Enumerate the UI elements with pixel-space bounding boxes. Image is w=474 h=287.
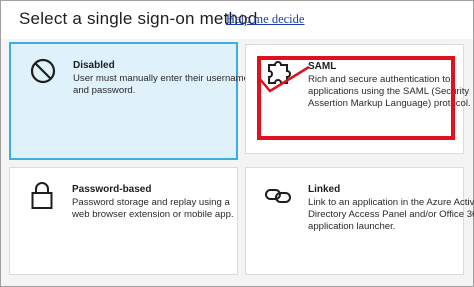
panel-header: Select a single sign-on method Help me d… [1,1,473,39]
method-card-linked[interactable]: Linked Link to an application in the Azu… [245,167,474,275]
annotation-check-mark-icon [258,65,310,93]
disabled-icon [29,56,57,86]
sso-method-panel: Select a single sign-on method Help me d… [0,0,474,287]
help-me-decide-link[interactable]: Help me decide [226,12,304,27]
method-card-disabled[interactable]: Disabled User must manually enter their … [9,42,249,160]
link-icon [264,180,292,210]
method-description: Password storage and replay using a web … [72,197,234,220]
method-name: Disabled [73,60,115,71]
page-title: Select a single sign-on method [19,9,258,28]
method-name: Password-based [72,184,152,195]
method-card-password-based[interactable]: Password-based Password storage and repl… [9,167,238,275]
method-name: Linked [308,184,341,195]
method-description: User must manually enter their username … [73,73,249,96]
lock-icon [28,180,56,210]
method-description: Link to an application in the Azure Acti… [308,197,474,232]
